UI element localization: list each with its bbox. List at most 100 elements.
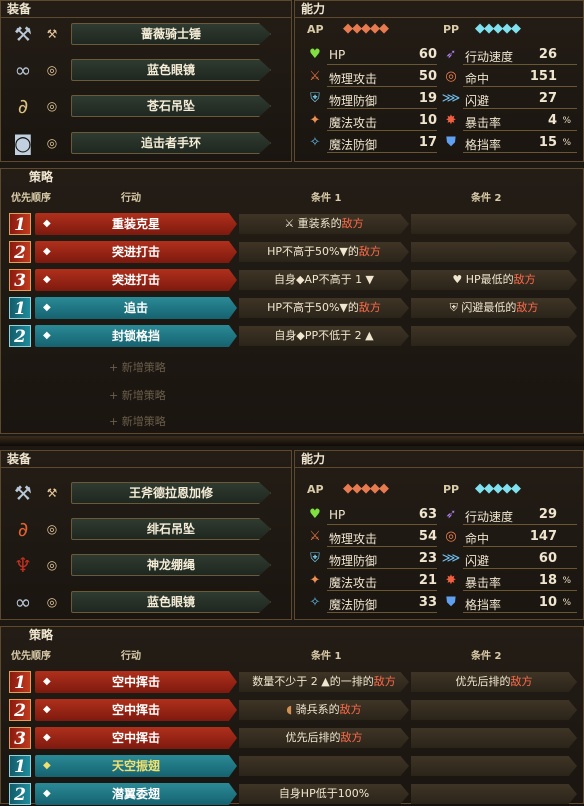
condition2-button[interactable] [411, 326, 577, 346]
condition2-button[interactable]: ♥ HP最低的敌方 [411, 270, 577, 290]
condition1-button[interactable]: HP不高于50%▼的敌方 [239, 298, 409, 318]
speed-icon: ➶ [445, 47, 457, 62]
sword-icon: ⚔ [309, 529, 321, 544]
condition2-button[interactable] [411, 214, 577, 234]
magic-shield-icon: ✧ [309, 595, 321, 610]
condition1-button[interactable]: 自身◆AP不高于 1 ▼ [239, 270, 409, 290]
priority-badge: 1 [9, 755, 31, 777]
strategy-row[interactable]: 3 ◆ 突进打击 自身◆AP不高于 1 ▼ ♥ HP最低的敌方 [9, 269, 577, 291]
equipment-name: 追击者手环 [71, 132, 271, 154]
action-button[interactable]: ◆ 追击 [35, 297, 237, 319]
header-cond2: 条件 2 [471, 193, 502, 204]
condition1-button[interactable]: ◖ 骑兵系的敌方 [239, 700, 409, 720]
ability-panel: 能力 AP ◆◆◆◆◆ PP ◆◆◆◆◆ ♥ HP 63 ⚔ 物理攻击 54 ⛨ 物理防御… [294, 450, 584, 620]
stat-name: 魔法攻击 [329, 116, 378, 130]
header-cond2: 条件 2 [471, 651, 502, 662]
condition2-button[interactable] [411, 728, 577, 748]
equipment-panel: 装备 ⚒ ⚒ 王斧德拉恩加修 ∂ ◎ 绯石吊坠 ♆ ◎ 神龙绷绳 ∞ ◎ 蓝色眼… [0, 450, 292, 620]
pendant-icon: ∂ [17, 94, 29, 118]
add-strategy-button[interactable]: + 新增策略 [109, 387, 166, 403]
pp-gem-icon: ◆ [43, 302, 51, 313]
stat-name: 闪避 [465, 554, 490, 568]
action-button[interactable]: ◆ 重装克星 [35, 213, 237, 235]
strategy-row[interactable]: 1 ◆ 天空振翅 [9, 755, 577, 777]
action-button[interactable]: ◆ 空中挥击 [35, 671, 237, 693]
condition2-button[interactable] [411, 756, 577, 776]
strategy-row[interactable]: 1 ◆ 重装克星 ⚔ 重装系的敌方 [9, 213, 577, 235]
action-button[interactable]: ◆ 封锁格挡 [35, 325, 237, 347]
speed-icon: ➶ [445, 507, 457, 522]
armor-icon: ⛨ [310, 551, 320, 566]
strategy-row[interactable]: 2 ◆ 封锁格挡 自身◆PP不低于 2 ▲ [9, 325, 577, 347]
stat-phys-atk: ⚔ 物理攻击 50 [305, 67, 437, 87]
strategy-title: 策略 [29, 628, 54, 642]
stat-value: 54 [418, 529, 437, 544]
stat-hit: ◎ 命中 147 [441, 527, 577, 547]
equipment-slot-4[interactable]: ∞ ◎ 蓝色眼镜 [7, 588, 275, 616]
equipment-slot-3[interactable]: ∂ ◎ 苍石吊坠 [7, 92, 275, 120]
equipment-panel: 装备 ⚒ ⚒ 蔷薇骑士锤 ∞ ◎ 蓝色眼镜 ∂ ◎ 苍石吊坠 ◙ ◎ 追击者手环 [0, 0, 292, 162]
condition2-button[interactable] [411, 700, 577, 720]
axe-icon: ⚒ [14, 481, 32, 505]
condition1-button[interactable]: 数量不少于 2 ▲的一排的敌方 [239, 672, 409, 692]
stat-name: 魔法防御 [329, 598, 378, 612]
condition1-button[interactable]: 自身◆PP不低于 2 ▲ [239, 326, 409, 346]
stat-name: 物理防御 [329, 554, 378, 568]
action-button[interactable]: ◆ 突进打击 [35, 241, 237, 263]
equipment-name: 蓝色眼镜 [71, 591, 271, 613]
strategy-title: 策略 [29, 170, 54, 184]
action-button[interactable]: ◆ 空中挥击 [35, 699, 237, 721]
condition1-button[interactable]: 自身HP低于100% [239, 784, 409, 804]
strategy-row[interactable]: 2 ◆ 突进打击 HP不高于50%▼的敌方 [9, 241, 577, 263]
condition1-button[interactable]: HP不高于50%▼的敌方 [239, 242, 409, 262]
character-panel-2: 装备 ⚒ ⚒ 王斧德拉恩加修 ∂ ◎ 绯石吊坠 ♆ ◎ 神龙绷绳 ∞ ◎ 蓝色眼… [0, 446, 584, 805]
add-strategy-button[interactable]: + 新增策略 [109, 359, 166, 375]
equipment-slot-weapon[interactable]: ⚒ ⚒ 王斧德拉恩加修 [7, 479, 275, 507]
action-button[interactable]: ◆ 空中挥击 [35, 727, 237, 749]
condition1-button[interactable] [239, 756, 409, 776]
ap-gem-icon: ◆ [43, 732, 51, 743]
pp-gem-icon: ◆ [43, 788, 51, 799]
equipment-slot-weapon[interactable]: ⚒ ⚒ 蔷薇骑士锤 [7, 20, 275, 48]
stat-block: ⛊ 格挡率 15% [441, 133, 577, 153]
stat-mag-def: ✧ 魔法防御 33 [305, 593, 437, 613]
condition2-button[interactable] [411, 784, 577, 804]
condition1-button[interactable]: ⚔ 重装系的敌方 [239, 214, 409, 234]
ability-title: 能力 [301, 452, 326, 466]
stat-name: 命中 [465, 72, 490, 86]
strategy-row[interactable]: 2 ◆ 潜翼委翅 自身HP低于100% [9, 783, 577, 805]
crit-icon: ✸ [445, 573, 457, 588]
condition2-button[interactable]: 优先后排的敌方 [411, 672, 577, 692]
ap-gem-icon: ◆ [43, 274, 51, 285]
equipment-slot-2[interactable]: ∂ ◎ 绯石吊坠 [7, 515, 275, 543]
stat-name: 魔法攻击 [329, 576, 378, 590]
ring-icon: ◎ [46, 63, 58, 77]
action-button[interactable]: ◆ 突进打击 [35, 269, 237, 291]
ring-icon: ◎ [46, 595, 58, 609]
equipment-slot-2[interactable]: ∞ ◎ 蓝色眼镜 [7, 56, 275, 84]
equipment-slot-4[interactable]: ◙ ◎ 追击者手环 [7, 129, 275, 157]
strategy-panel: 策略 优先顺序 行动 条件 1 条件 2 1 ◆ 重装克星 ⚔ 重装系的敌方 2 … [0, 168, 584, 434]
ap-gem-icon: ◆ [43, 676, 51, 687]
condition1-button[interactable]: 优先后排的敌方 [239, 728, 409, 748]
action-button[interactable]: ◆ 天空振翅 [35, 755, 237, 777]
priority-badge: 2 [9, 783, 31, 805]
stat-unit: % [562, 116, 571, 126]
ap-gem-icon: ◆ [43, 218, 51, 229]
equipment-slot-3[interactable]: ♆ ◎ 神龙绷绳 [7, 551, 275, 579]
header-action: 行动 [121, 193, 141, 204]
stat-name: HP [329, 508, 346, 522]
strategy-row[interactable]: 3 ◆ 空中挥击 优先后排的敌方 [9, 727, 577, 749]
action-button[interactable]: ◆ 潜翼委翅 [35, 783, 237, 805]
strategy-row[interactable]: 1 ◆ 空中挥击 数量不少于 2 ▲的一排的敌方 优先后排的敌方 [9, 671, 577, 693]
add-strategy-button[interactable]: + 新增策略 [109, 413, 166, 429]
condition2-button[interactable]: ⛨ 闪避最低的敌方 [411, 298, 577, 318]
strategy-row[interactable]: 2 ◆ 空中挥击 ◖ 骑兵系的敌方 [9, 699, 577, 721]
stat-crit: ✸ 暴击率 4% [441, 111, 577, 131]
strategy-row[interactable]: 1 ◆ 追击 HP不高于50%▼的敌方 ⛨ 闪避最低的敌方 [9, 297, 577, 319]
condition2-button[interactable] [411, 242, 577, 262]
stat-mag-atk: ✦ 魔法攻击 10 [305, 111, 437, 131]
stat-value: 4 [547, 113, 557, 128]
stat-name: 暴击率 [465, 576, 502, 590]
hammer-icon: ⚒ [14, 22, 32, 46]
